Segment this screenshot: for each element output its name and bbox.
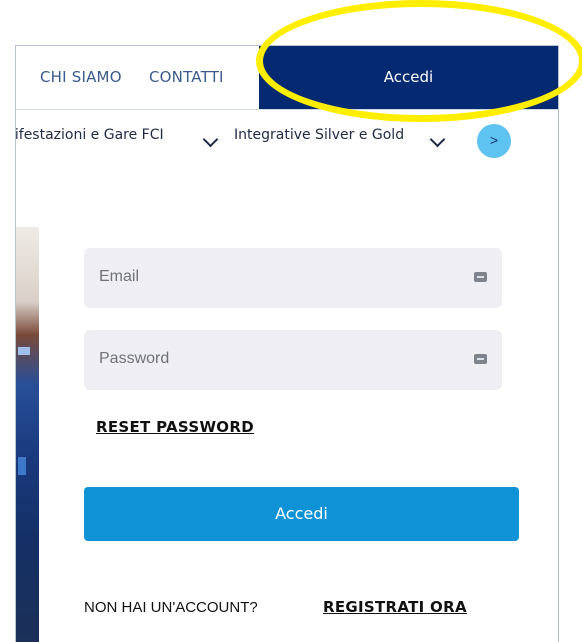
reset-password-link[interactable]: RESET PASSWORD	[96, 418, 254, 436]
cyclist-photo	[16, 227, 39, 642]
nav-chi-siamo-link[interactable]: CHI SIAMO	[40, 46, 122, 109]
category-menu-bar: nifestazioni e Gare FCI Integrative Silv…	[16, 110, 558, 174]
email-placeholder: Email	[99, 268, 140, 285]
signup-link[interactable]: REGISTRATI ORA	[323, 598, 467, 616]
top-navigation-bar: CHI SIAMO CONTATTI Accedi	[16, 46, 558, 110]
password-placeholder: Password	[99, 350, 170, 367]
signup-question: NON HAI UN'ACCOUNT?	[84, 599, 258, 616]
email-field[interactable]: Email	[84, 248, 502, 308]
login-submit-button[interactable]: Accedi	[84, 487, 519, 541]
photo-detail	[18, 457, 26, 475]
password-manager-key-icon[interactable]	[474, 354, 487, 364]
header-login-button[interactable]: Accedi	[259, 46, 558, 109]
chevron-down-icon[interactable]	[429, 131, 446, 148]
password-manager-key-icon[interactable]	[474, 272, 487, 282]
nav-contatti-link[interactable]: CONTATTI	[149, 46, 224, 109]
menu-item-manifestazioni[interactable]: nifestazioni e Gare FCI	[16, 127, 164, 143]
chevron-down-icon[interactable]	[202, 131, 219, 148]
page-frame: CHI SIAMO CONTATTI Accedi nifestazioni e…	[15, 45, 559, 642]
password-field[interactable]: Password	[84, 330, 502, 390]
photo-detail	[18, 347, 30, 355]
menu-item-integrative[interactable]: Integrative Silver e Gold	[234, 127, 404, 143]
menu-next-button[interactable]: >	[477, 124, 511, 158]
